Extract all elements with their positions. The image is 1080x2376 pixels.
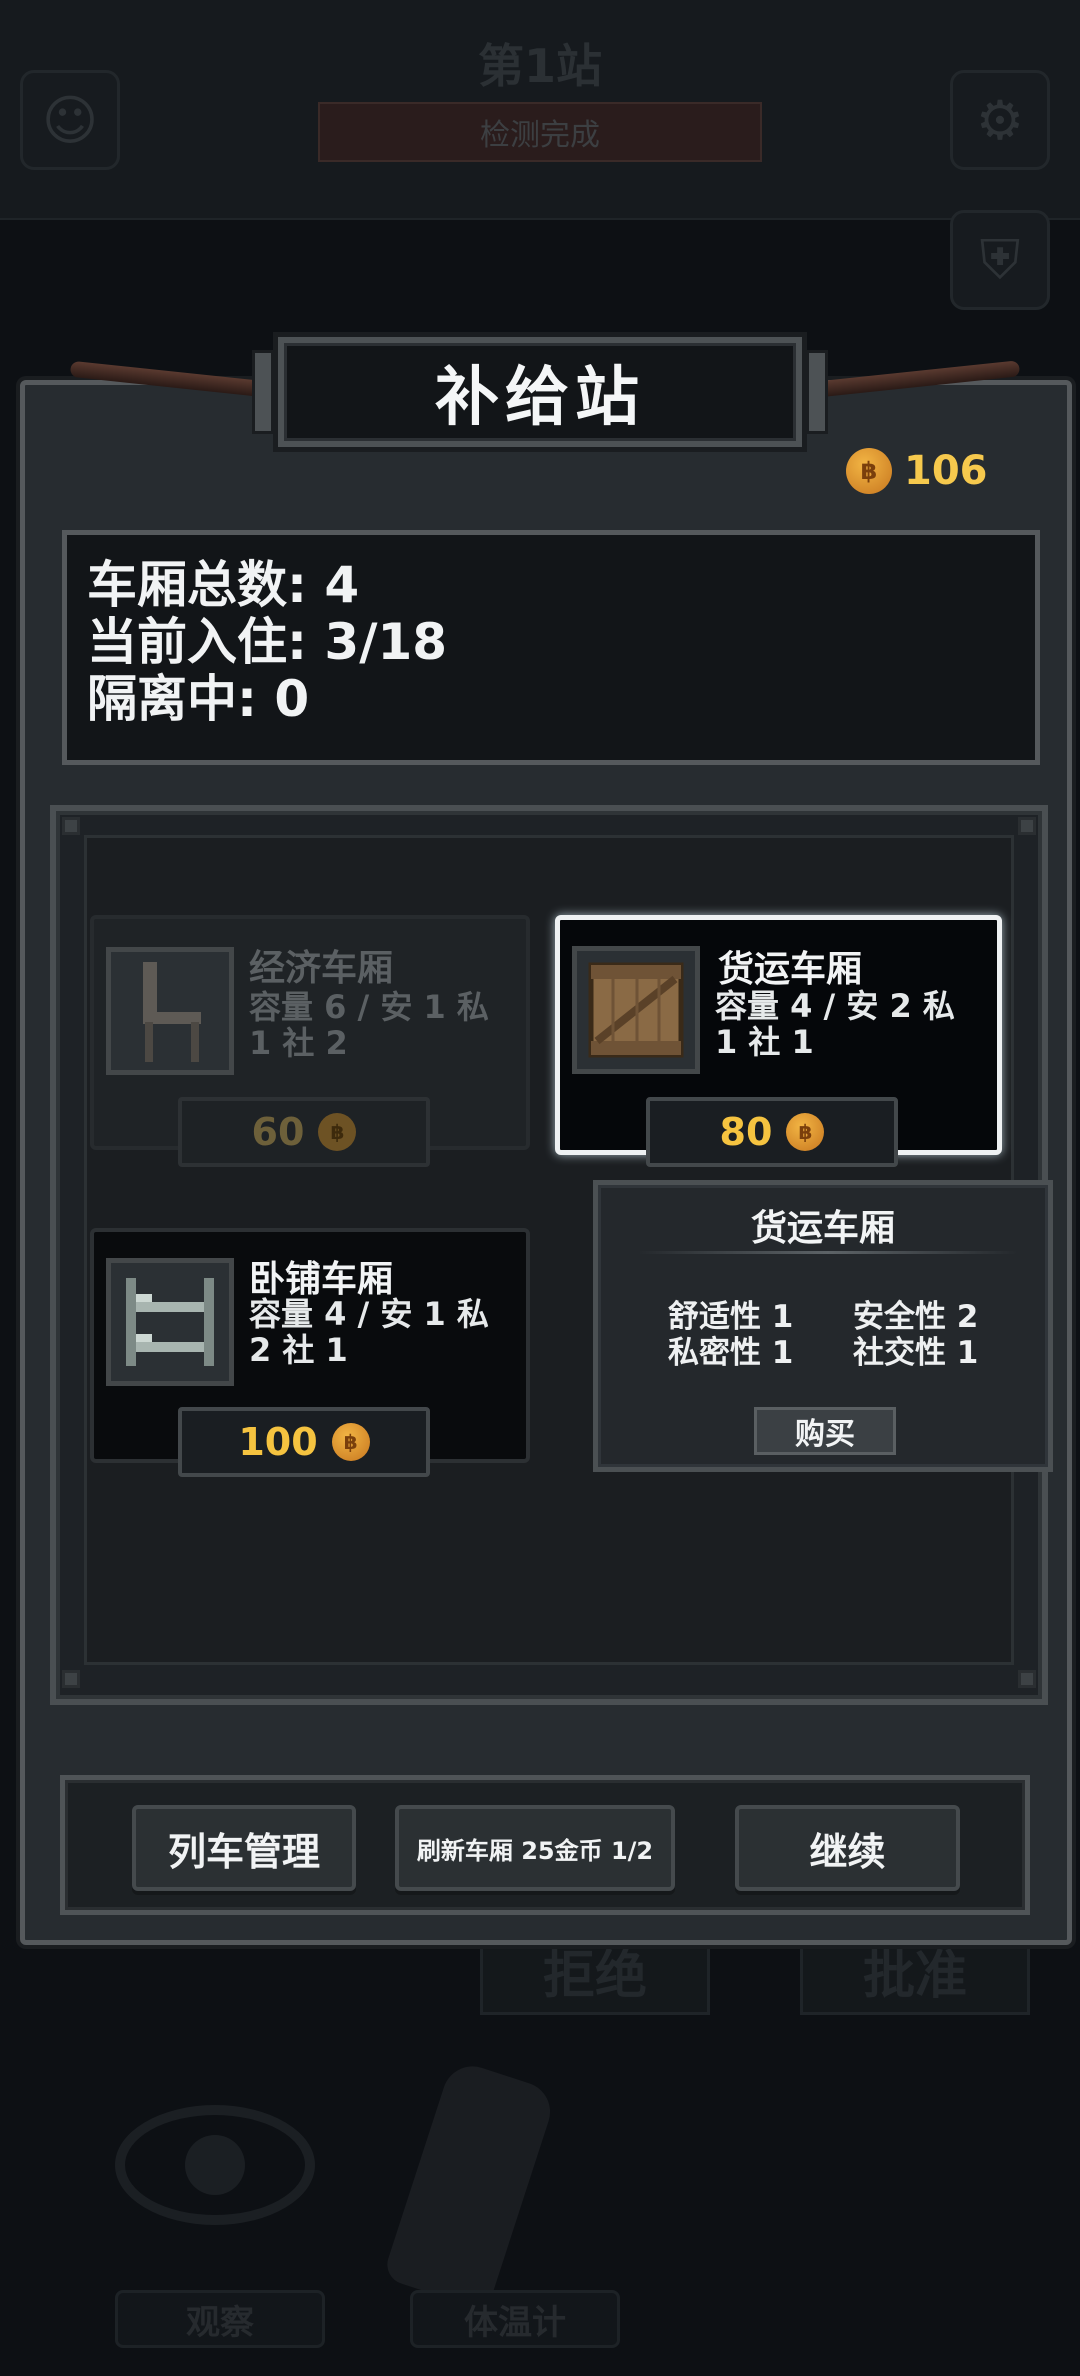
train-stats-box: 车厢总数: 4 当前入住: 3/18 隔离中: 0: [62, 530, 1040, 765]
background-station-header: 第1站 检测完成: [175, 30, 905, 162]
background-observe-label: 观察: [115, 2290, 325, 2348]
coin-amount: 106: [904, 448, 988, 494]
frame-bolt: [62, 817, 80, 835]
continue-button[interactable]: 继续: [735, 1805, 960, 1891]
add-passenger-icon: ☺: [20, 70, 120, 170]
crate-icon: [572, 946, 700, 1074]
coin-counter: ฿ 106: [846, 445, 988, 497]
carriage-card-name: 货运车厢: [718, 949, 863, 990]
coin-icon: ฿: [846, 448, 892, 494]
detail-privacy: 私密性 1: [668, 1335, 794, 1371]
detail-title: 货运车厢: [750, 1208, 895, 1249]
carriage-card-desc: 1 社 1: [715, 1023, 814, 1061]
quarantine-text: 隔离中: 0: [87, 670, 310, 728]
coin-icon: ฿: [786, 1113, 825, 1151]
coin-icon: ฿: [331, 1423, 370, 1461]
carriage-card-desc: 容量 6 / 安 1 私: [249, 988, 489, 1026]
gear-icon: ⚙: [950, 70, 1050, 170]
coin-icon: ฿: [318, 1113, 357, 1151]
carriage-card-desc: 容量 4 / 安 1 私: [249, 1295, 489, 1333]
price-amount: 80: [719, 1110, 773, 1154]
frame-bolt: [62, 1670, 80, 1688]
carriage-detail-popup: 货运车厢 舒适性 1 安全性 2 私密性 1 社交性 1 购买: [593, 1180, 1053, 1472]
carriage-card-desc: 2 社 1: [249, 1331, 348, 1369]
frame-bolt: [1018, 1670, 1036, 1688]
buy-button[interactable]: 购买: [754, 1407, 896, 1455]
title-plate: 补给站: [278, 337, 802, 447]
chair-icon: [106, 947, 234, 1075]
refresh-carriages-button[interactable]: 刷新车厢 25金币 1/2: [395, 1805, 675, 1891]
title-plate-cap-right: [806, 350, 828, 434]
detail-social: 社交性 1: [853, 1335, 979, 1371]
shield-icon: ⛨: [950, 210, 1050, 310]
carriage-price-cargo[interactable]: 80 ฿: [646, 1097, 898, 1167]
title-plate-cap-left: [252, 350, 274, 434]
train-management-button[interactable]: 列车管理: [132, 1805, 356, 1891]
thermometer-icon: [382, 2058, 558, 2312]
frame-bolt: [1018, 817, 1036, 835]
bunk-bed-icon: [106, 1258, 234, 1386]
detail-divider: [638, 1251, 1018, 1254]
carriage-card-name: 经济车厢: [249, 948, 394, 989]
background-station-title: 第1站: [477, 39, 602, 93]
price-amount: 60: [251, 1110, 305, 1154]
carriage-card-desc: 容量 4 / 安 2 私: [715, 987, 955, 1025]
background-station-status: 检测完成: [318, 102, 762, 162]
carriage-price-economy[interactable]: 60 ฿: [178, 1097, 430, 1167]
background-thermometer-label: 体温计: [410, 2290, 620, 2348]
carriage-price-sleeper[interactable]: 100 ฿: [178, 1407, 430, 1477]
price-amount: 100: [238, 1420, 318, 1464]
current-occupancy-text: 当前入住: 3/18: [87, 613, 448, 671]
eye-pupil: [185, 2135, 245, 2195]
carriage-card-desc: 1 社 2: [249, 1024, 348, 1062]
total-carriages-text: 车厢总数: 4: [87, 556, 360, 614]
panel-title: 补给站: [435, 361, 645, 435]
